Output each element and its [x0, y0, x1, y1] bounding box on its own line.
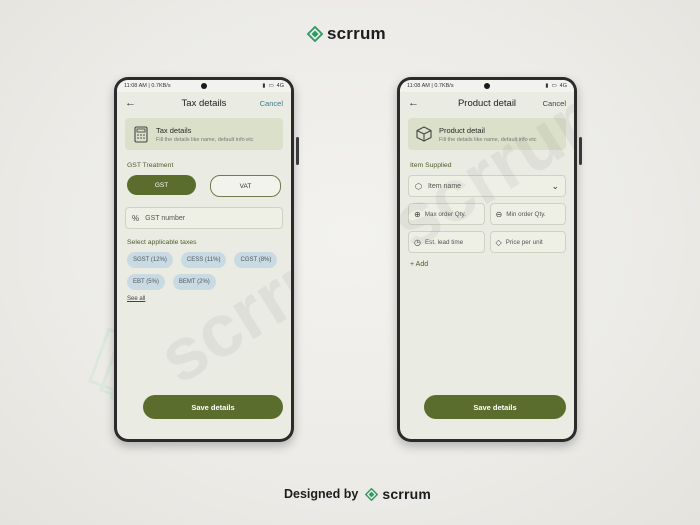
top-bar: ← Tax details Cancel [117, 92, 291, 114]
item-name-placeholder: Item name [427, 182, 462, 190]
camera-notch [201, 83, 207, 89]
min-order-qty-input[interactable]: ⊖ Min order Qty. [489, 203, 566, 225]
top-bar: ← Product detail Cancel [400, 92, 574, 114]
designed-by-footer: Designed by scrrum [284, 486, 431, 502]
tax-chip-cess[interactable]: CESS (11%) [180, 252, 227, 268]
plus-circle-icon: ⊕ [414, 209, 421, 219]
info-card-title: Product detail [439, 125, 485, 135]
tax-chip-list: SGST (12%) CESS (11%) CGST (8%) EBT (5%)… [117, 252, 291, 290]
tax-chip-bemt[interactable]: BEMT (2%) [172, 274, 216, 290]
info-card-subtitle: Fill the details like name, default info… [156, 136, 254, 143]
cancel-button[interactable]: Cancel [260, 99, 283, 108]
info-card: Product detail Fill the details like nam… [408, 118, 566, 150]
back-arrow-icon[interactable]: ← [408, 97, 422, 109]
back-arrow-icon[interactable]: ← [125, 97, 139, 109]
section-label-gst-treatment: GST Treatment [127, 162, 174, 169]
section-label-applicable-taxes: Select applicable taxes [127, 239, 197, 246]
max-order-qty-placeholder: Max order Qty. [424, 210, 466, 218]
status-icons: ▮ ▭ 4G [262, 83, 284, 89]
brand-logo-top: scrrum [307, 24, 386, 44]
tax-chip-sgst[interactable]: SGST (12%) [127, 252, 173, 268]
price-per-unit-input[interactable]: ◇ Price per unit [489, 231, 566, 253]
tax-chip-cgst[interactable]: CGST (8%) [234, 252, 278, 268]
chevron-down-icon: ⌄ [551, 180, 559, 191]
item-name-select[interactable]: ⬡ Item name ⌄ [408, 175, 566, 197]
tag-icon: ◇ [495, 237, 502, 247]
box-icon: ⬡ [415, 181, 422, 191]
percent-icon: % [132, 213, 140, 223]
battery-icon: ▭ [551, 83, 557, 89]
vat-option-button[interactable]: VAT [210, 175, 281, 197]
status-time: 11:08 AM | 0.7KB/s [407, 83, 454, 89]
box-icon [414, 124, 434, 144]
info-card-subtitle: Fill the details like name, default info… [439, 136, 537, 143]
status-icons: ▮ ▭ 4G [545, 83, 567, 89]
info-card-text: Product detail Fill the details like nam… [439, 126, 537, 143]
add-item-button[interactable]: + Add [410, 261, 564, 268]
est-lead-time-placeholder: Est. lead time [424, 238, 464, 246]
wifi-icon: ▮ [262, 83, 266, 89]
camera-notch [484, 83, 490, 89]
clock-icon: ◷ [414, 237, 421, 247]
info-card-title: Tax details [156, 125, 192, 135]
wifi-icon: ▮ [545, 83, 549, 89]
save-details-button[interactable]: Save details [424, 395, 566, 419]
gst-vat-toggle: GST VAT [117, 175, 291, 197]
calculator-icon [131, 124, 151, 144]
screen-tax-details: 11:08 AM | 0.7KB/s ▮ ▭ 4G ← Tax details … [117, 80, 291, 439]
max-order-qty-input[interactable]: ⊕ Max order Qty. [408, 203, 485, 225]
gst-option-button[interactable]: GST [127, 175, 196, 195]
network-label: 4G [276, 83, 284, 89]
price-per-unit-placeholder: Price per unit [505, 238, 543, 246]
brand-name: scrrum [382, 486, 431, 502]
minus-circle-icon: ⊖ [495, 209, 503, 219]
phone-side-button [579, 137, 582, 165]
network-label: 4G [559, 83, 567, 89]
scrrum-logo-icon [307, 26, 323, 42]
section-label-item-supplied: Item Supplied [410, 162, 452, 169]
info-card-text: Tax details Fill the details like name, … [156, 126, 254, 143]
cancel-button[interactable]: Cancel [543, 99, 566, 108]
phone-tax-details: 11:08 AM | 0.7KB/s ▮ ▭ 4G ← Tax details … [114, 77, 299, 442]
est-lead-time-input[interactable]: ◷ Est. lead time [408, 231, 485, 253]
phone-product-detail: 11:08 AM | 0.7KB/s ▮ ▭ 4G ← Product deta… [397, 77, 582, 442]
info-card: Tax details Fill the details like name, … [125, 118, 283, 150]
gst-number-input[interactable]: % GST number [125, 207, 283, 229]
see-all-link[interactable]: See all [127, 296, 281, 302]
designed-by-label: Designed by [284, 487, 359, 501]
gst-number-placeholder: GST number [145, 214, 186, 222]
phone-side-button [296, 137, 299, 165]
screen-product-detail: 11:08 AM | 0.7KB/s ▮ ▭ 4G ← Product deta… [400, 80, 574, 439]
brand-name: scrrum [327, 24, 386, 43]
status-time: 11:08 AM | 0.7KB/s [124, 83, 171, 89]
tax-chip-ebt[interactable]: EBT (5%) [127, 274, 165, 290]
scrrum-logo-icon [365, 487, 379, 501]
save-details-button[interactable]: Save details [143, 395, 283, 419]
min-order-qty-placeholder: Min order Qty. [506, 210, 546, 218]
order-fields-grid: ⊕ Max order Qty. ⊖ Min order Qty. ◷ Est.… [400, 197, 574, 253]
battery-icon: ▭ [268, 83, 274, 89]
